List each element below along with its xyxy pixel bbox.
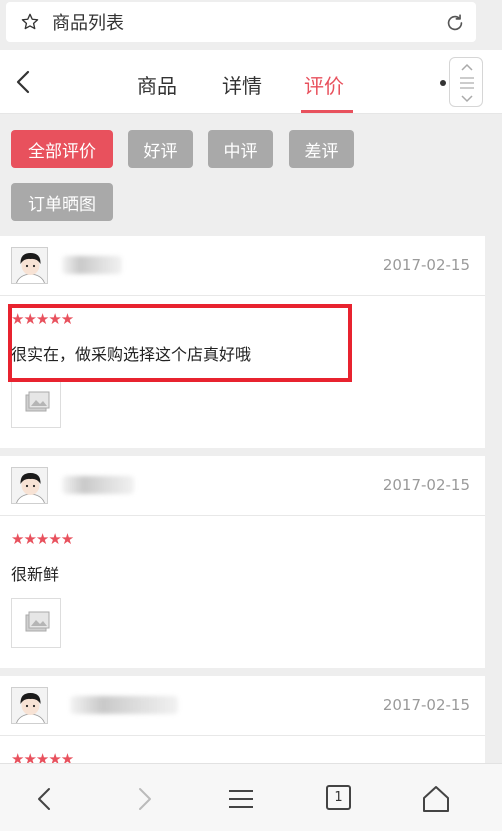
tab-count-button[interactable]: 1 (326, 785, 351, 810)
review-header: 2017-02-15 (0, 236, 485, 296)
user-avatar-icon (12, 468, 47, 503)
filter-photos[interactable]: 订单晒图 (11, 183, 113, 221)
scroll-handle[interactable] (449, 57, 483, 107)
star-bookmark-icon[interactable] (20, 12, 40, 32)
highlight-box (8, 304, 352, 382)
image-placeholder-icon (25, 391, 50, 412)
browser-back-icon[interactable] (30, 784, 60, 814)
page: 商品列表 商品 详情 评价 全部评价 好评 中评 差评 订单晒图 2017-02… (0, 0, 502, 831)
review-card: 2017-02-15 ★★★★★ 很新鲜 (0, 456, 485, 668)
avatar (11, 687, 48, 724)
avatar (11, 247, 48, 284)
blurred-username (70, 696, 178, 714)
review-date: 2017-02-15 (382, 696, 470, 714)
review-date: 2017-02-15 (382, 256, 470, 274)
tab-goods[interactable]: 商品 (137, 70, 177, 99)
filter-positive[interactable]: 好评 (128, 130, 193, 168)
blurred-username (62, 476, 134, 494)
user-avatar-icon (12, 248, 47, 283)
review-photo-thumbnail[interactable] (11, 378, 61, 428)
address-bar[interactable]: 商品列表 (6, 2, 476, 42)
review-date: 2017-02-15 (382, 476, 470, 494)
review-header: 2017-02-15 (0, 676, 485, 736)
filter-all[interactable]: 全部评价 (11, 130, 113, 168)
active-tab-underline (301, 110, 353, 113)
review-text: 很新鲜 (11, 565, 60, 584)
review-card: 2017-02-15 ★★★★★ (0, 676, 485, 768)
more-menu-icon[interactable] (440, 80, 446, 86)
home-icon[interactable] (421, 784, 451, 814)
scroll-arrows-icon (460, 63, 474, 103)
filter-neutral[interactable]: 中评 (208, 130, 273, 168)
image-placeholder-icon (25, 611, 50, 632)
blurred-username (62, 256, 122, 274)
browser-bottom-bar: 1 (0, 763, 502, 831)
tab-reviews[interactable]: 评价 (304, 70, 344, 99)
top-nav: 商品 详情 评价 (0, 50, 502, 114)
avatar (11, 467, 48, 504)
review-filters: 全部评价 好评 中评 差评 订单晒图 (0, 115, 485, 235)
filter-negative[interactable]: 差评 (289, 130, 354, 168)
user-avatar-icon (12, 688, 47, 723)
back-arrow-icon[interactable] (6, 64, 42, 100)
reload-icon[interactable] (444, 12, 466, 34)
page-title: 商品列表 (52, 13, 124, 34)
tab-details[interactable]: 详情 (222, 70, 262, 99)
browser-forward-icon[interactable] (129, 784, 159, 814)
star-rating: ★★★★★ (11, 530, 74, 548)
review-photo-thumbnail[interactable] (11, 598, 61, 648)
browser-menu-icon[interactable] (226, 784, 256, 814)
review-header: 2017-02-15 (0, 456, 485, 516)
browser-address-area: 商品列表 (0, 0, 502, 50)
